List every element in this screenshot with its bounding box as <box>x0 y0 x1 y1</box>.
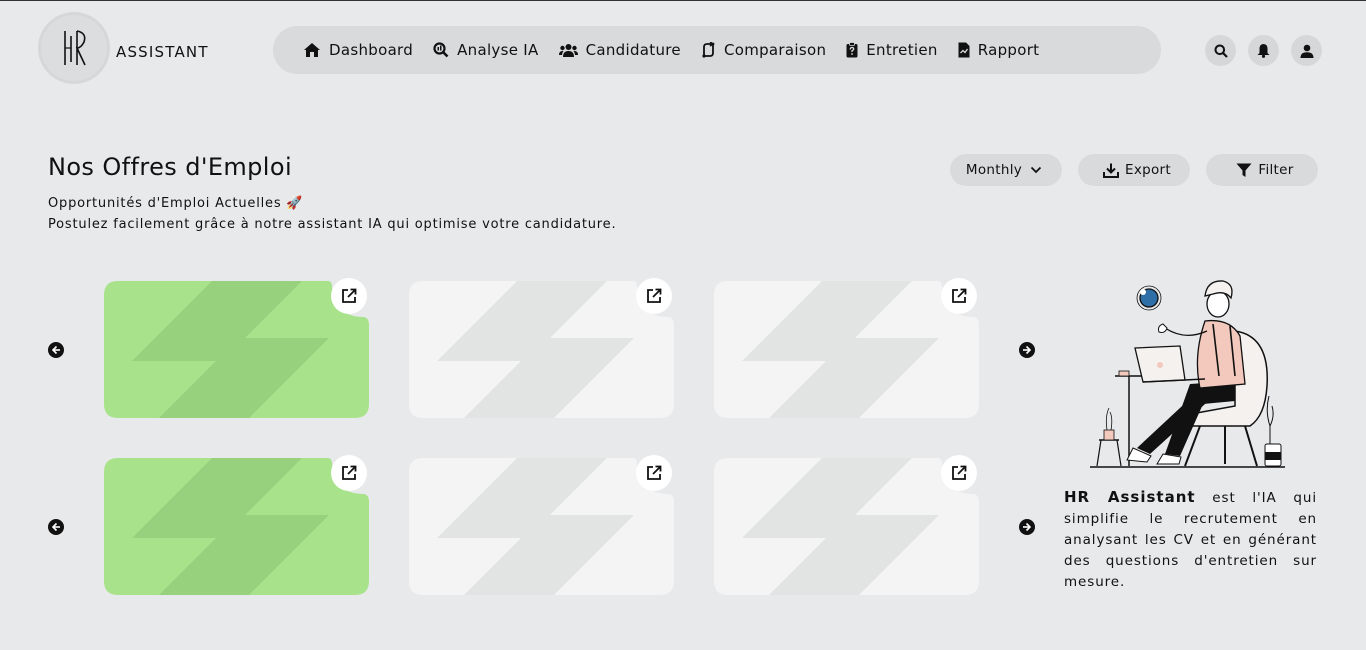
open-offer-button[interactable] <box>636 455 672 491</box>
page-subtitle: Opportunités d'Emploi Actuelles 🚀 Postul… <box>48 193 648 235</box>
nav-label: Dashboard <box>329 41 414 59</box>
job-card-shape <box>409 281 674 418</box>
job-card-shape <box>104 458 369 595</box>
hr-logo-icon <box>64 30 86 66</box>
open-offer-button[interactable] <box>941 278 977 314</box>
job-offer-card[interactable] <box>409 455 674 595</box>
arrow-left-icon <box>51 345 60 355</box>
open-offer-button[interactable] <box>331 278 367 314</box>
job-card-shape <box>409 458 674 595</box>
export-label: Export <box>1125 162 1171 178</box>
notifications-button[interactable] <box>1248 35 1279 66</box>
export-button[interactable]: Export <box>1078 154 1190 186</box>
job-card-shape <box>714 458 979 595</box>
external-link-icon <box>342 288 357 303</box>
job-offer-card[interactable] <box>714 455 979 595</box>
nav-item-analyse-ia[interactable]: Analyse IA <box>433 41 539 59</box>
subtitle-line-1: Opportunités d'Emploi Actuelles 🚀 <box>48 196 304 211</box>
home-icon <box>304 43 320 57</box>
arrow-right-icon <box>1023 345 1032 355</box>
job-offer-card[interactable] <box>104 455 369 595</box>
compare-arrows-icon <box>702 42 715 58</box>
external-link-icon <box>647 465 662 480</box>
nav-item-comparaison[interactable]: Comparaison <box>701 41 826 59</box>
job-offer-card[interactable] <box>714 278 979 418</box>
chevron-down-icon <box>1030 166 1042 174</box>
nav-item-entretien[interactable]: Entretien <box>846 41 937 59</box>
assistant-description: HR Assistant est l'IA qui simplifie le r… <box>1064 487 1317 593</box>
carousel-prev-button[interactable] <box>48 342 64 358</box>
external-link-icon <box>952 288 967 303</box>
arrow-right-icon <box>1023 522 1032 532</box>
open-offer-button[interactable] <box>636 278 672 314</box>
open-offer-button[interactable] <box>941 455 977 491</box>
carousel-next-button[interactable] <box>1019 519 1035 535</box>
clipboard-question-icon <box>846 42 858 58</box>
nav-item-rapport[interactable]: Rapport <box>958 41 1040 59</box>
magnifier-chart-icon <box>433 42 449 58</box>
open-offer-button[interactable] <box>331 455 367 491</box>
user-icon <box>1300 44 1313 58</box>
external-link-icon <box>342 465 357 480</box>
external-link-icon <box>952 465 967 480</box>
job-card-shape <box>714 281 979 418</box>
assistant-brand: HR Assistant <box>1064 488 1196 506</box>
filter-label: Filter <box>1258 162 1294 178</box>
nav-label: Analyse IA <box>457 41 539 59</box>
arrow-left-icon <box>51 522 60 532</box>
file-chart-icon <box>958 42 970 58</box>
nav-label: Rapport <box>977 41 1040 59</box>
users-icon <box>558 43 578 57</box>
logo[interactable] <box>41 15 107 81</box>
job-offer-card[interactable] <box>409 278 674 418</box>
carousel-next-button[interactable] <box>1019 342 1035 358</box>
nav-item-dashboard[interactable]: Dashboard <box>303 41 413 59</box>
period-select[interactable]: Monthly <box>950 154 1062 186</box>
subtitle-line-2: Postulez facilement grâce à notre assist… <box>48 217 617 232</box>
nav-label: Entretien <box>866 41 938 59</box>
search-button[interactable] <box>1205 35 1236 66</box>
job-offer-card[interactable] <box>104 278 369 418</box>
brand-name: ASSISTANT <box>116 43 209 61</box>
search-icon <box>1214 44 1228 58</box>
nav-label: Candidature <box>585 41 681 59</box>
external-link-icon <box>647 288 662 303</box>
nav-item-candidature[interactable]: Candidature <box>558 41 681 59</box>
download-icon <box>1103 163 1119 178</box>
profile-button[interactable] <box>1291 35 1322 66</box>
page-title: Nos Offres d'Emploi <box>48 153 293 181</box>
filter-button[interactable]: Filter <box>1206 154 1318 186</box>
carousel-prev-button[interactable] <box>48 519 64 535</box>
nav-label: Comparaison <box>723 41 827 59</box>
filter-icon <box>1236 163 1252 177</box>
bell-icon <box>1257 44 1270 58</box>
job-card-shape <box>104 281 369 418</box>
main-nav: Dashboard Analyse IA Candidature Compara… <box>273 26 1161 74</box>
period-select-value: Monthly <box>965 162 1023 178</box>
assistant-illustration <box>1090 280 1285 468</box>
